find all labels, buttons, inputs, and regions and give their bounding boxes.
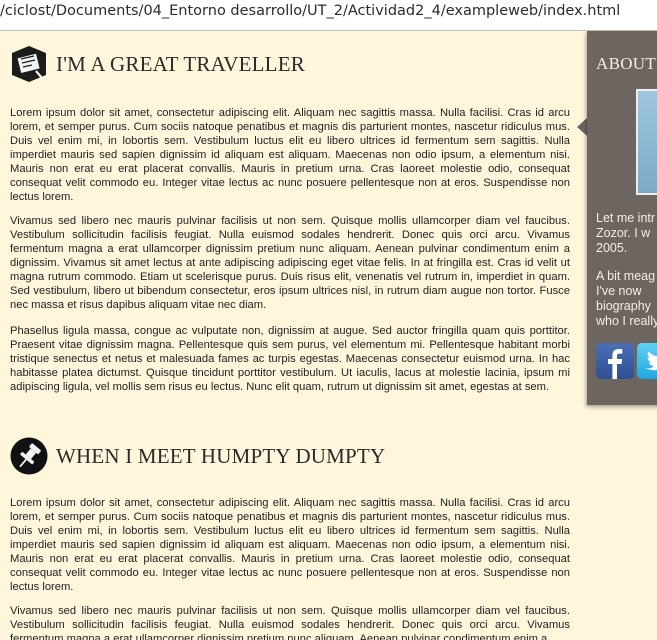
post-paragraph: Phasellus ligula massa, congue ac vulput… — [10, 325, 570, 393]
sidebar-intro-line: 2005. — [596, 241, 628, 255]
post-paragraph: Lorem ipsum dolor sit amet, consectetur … — [10, 107, 570, 203]
twitter-button[interactable] — [637, 343, 657, 379]
pin-note-icon — [12, 46, 46, 82]
sidebar-intro-line: Zozor. I w — [596, 226, 651, 240]
sidebar-intro-line: Let me intr — [596, 211, 656, 225]
sidebar-bio-line: I've now — [596, 284, 642, 298]
post-title: I'M A GREAT TRAVELLER — [56, 52, 305, 76]
sidebar-bio-line: who I really — [596, 314, 657, 328]
post-paragraph: Lorem ipsum dolor sit amet, consectetur … — [10, 497, 570, 593]
twitter-icon — [645, 351, 657, 371]
post-paragraph: Vivamus sed libero nec mauris pulvinar f… — [10, 215, 570, 311]
post-paragraph: Vivamus sed libero nec mauris pulvinar f… — [10, 605, 570, 640]
sidebar-title: ABOUT — [596, 54, 657, 73]
sidebar-bio-line: A bit meag — [596, 269, 656, 283]
sidebar-pointer — [577, 118, 587, 136]
facebook-button[interactable] — [596, 343, 634, 379]
profile-photo — [636, 89, 657, 195]
address-bar[interactable]: /ciclost/Documents/04_Entorno desarrollo… — [0, 0, 657, 31]
pushpin-icon — [10, 437, 48, 475]
facebook-icon — [608, 349, 623, 379]
main-content: I'M A GREAT TRAVELLER Lorem ipsum dolor … — [0, 31, 580, 640]
about-sidebar: ABOUT Let me intr Zozor. I w 2005. A bit… — [587, 31, 657, 405]
post-header: I'M A GREAT TRAVELLER — [10, 45, 570, 85]
post-header: WHEN I MEET HUMPTY DUMPTY — [10, 437, 570, 477]
sidebar-bio-line: biography — [596, 299, 651, 313]
post-title: WHEN I MEET HUMPTY DUMPTY — [56, 444, 386, 468]
address-bar-url: /ciclost/Documents/04_Entorno desarrollo… — [0, 3, 621, 19]
